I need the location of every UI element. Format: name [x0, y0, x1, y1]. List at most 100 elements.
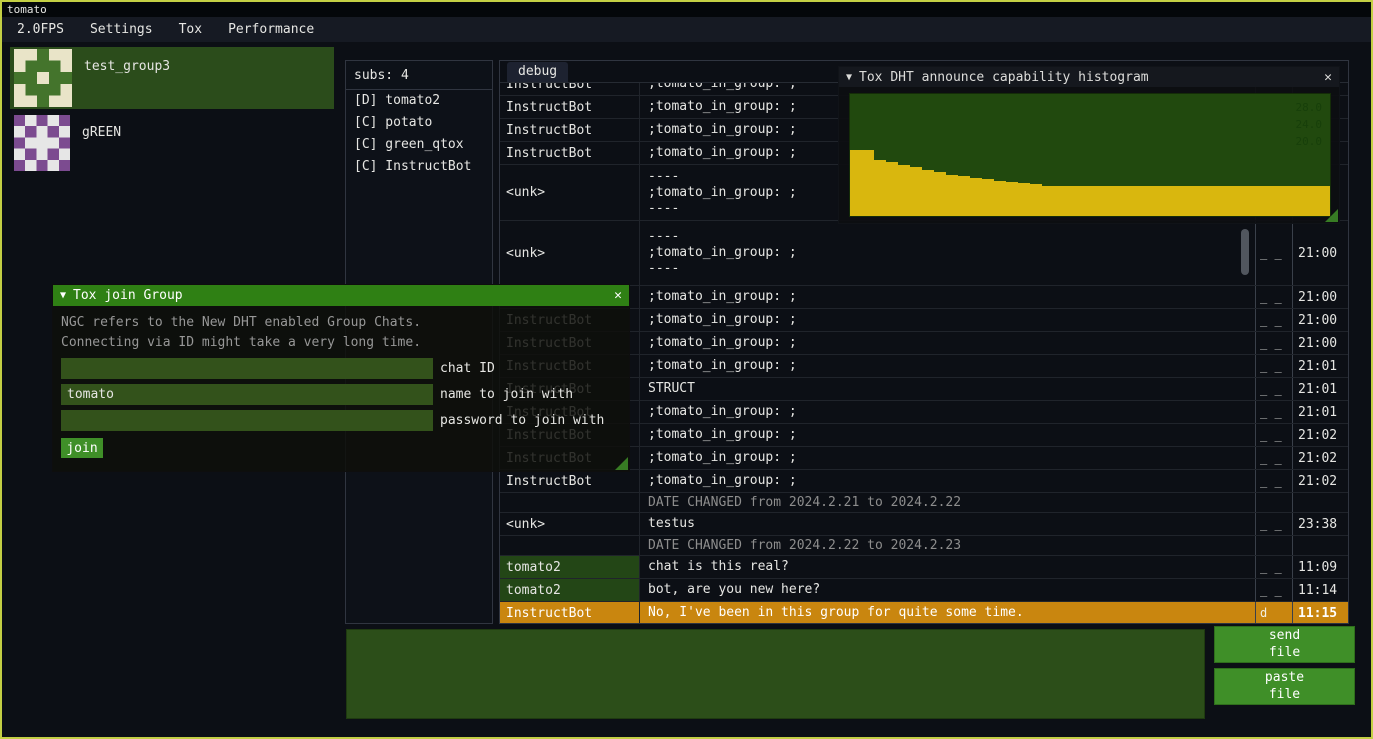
chat-row-time: 21:01	[1292, 401, 1348, 423]
chat-row-message: DATE CHANGED from 2024.2.22 to 2024.2.23	[640, 538, 1255, 554]
chat-row-author: InstructBot	[500, 602, 640, 623]
histogram-bar	[934, 172, 946, 216]
histogram-bar	[1054, 186, 1066, 217]
member-item[interactable]: [C] InstructBot	[346, 156, 492, 178]
chat-row-status	[1255, 536, 1292, 555]
menu-item-tox[interactable]: Tox	[166, 17, 215, 42]
histogram-bar	[1162, 186, 1174, 217]
histogram-bar	[1006, 182, 1018, 216]
contact-item-green[interactable]: gREEN	[10, 113, 334, 175]
message-input[interactable]	[346, 629, 1205, 719]
histogram-bar	[958, 176, 970, 216]
join-group-titlebar[interactable]: ▼ Tox join Group ✕	[53, 285, 629, 306]
menu-item-performance[interactable]: Performance	[215, 17, 327, 42]
chat-row-time: 21:00	[1292, 332, 1348, 354]
chat-row-author: InstructBot	[500, 119, 640, 141]
histogram-bar	[946, 175, 958, 216]
collapse-arrow-icon[interactable]: ▼	[60, 290, 66, 301]
chat-row-author	[500, 536, 640, 555]
join-password-input[interactable]	[61, 410, 433, 431]
chat-row[interactable]: DATE CHANGED from 2024.2.21 to 2024.2.22	[500, 493, 1348, 513]
histogram-bar	[1234, 186, 1246, 217]
histogram-bar	[862, 150, 874, 216]
histogram-bar	[982, 179, 994, 216]
histogram-bar	[1186, 186, 1198, 217]
chat-row-message: testus	[640, 516, 1255, 532]
chat-row-time: 21:01	[1292, 355, 1348, 377]
contact-name: test_group3	[84, 59, 170, 109]
histogram-bars	[850, 94, 1330, 216]
member-item[interactable]: [C] potato	[346, 112, 492, 134]
resize-grip[interactable]	[615, 457, 628, 470]
chat-row-time: 11:14	[1292, 579, 1348, 601]
tab-debug[interactable]: debug	[507, 62, 568, 82]
chat-row-status: _ _	[1255, 579, 1292, 601]
chat-row-message: ---- ;tomato_in_group: ; ----	[640, 229, 1255, 277]
histogram-bar	[1078, 186, 1090, 217]
histogram-bar	[1042, 186, 1054, 217]
chat-row-author	[500, 493, 640, 512]
chat-row-author: InstructBot	[500, 96, 640, 118]
histogram-bar	[970, 178, 982, 216]
histogram-bar	[1030, 184, 1042, 216]
histogram-plot: 28.024.020.0	[849, 93, 1331, 217]
chat-row[interactable]: DATE CHANGED from 2024.2.22 to 2024.2.23	[500, 536, 1348, 556]
chat-row-author: <unk>	[500, 221, 640, 285]
contact-name: gREEN	[82, 125, 121, 175]
window-titlebar[interactable]: tomato	[2, 2, 1371, 17]
chat-row-message: ;tomato_in_group: ;	[640, 450, 1255, 466]
collapse-arrow-icon[interactable]: ▼	[846, 72, 852, 83]
chat-row-message: chat is this real?	[640, 559, 1255, 575]
join-password-label: password to join with	[440, 413, 604, 428]
chat-row-status: _ _	[1255, 513, 1292, 535]
resize-grip[interactable]	[1325, 209, 1338, 222]
paste-file-button[interactable]: paste file	[1214, 668, 1355, 705]
chat-row[interactable]: <unk>---- ;tomato_in_group: ; ----_ _21:…	[500, 221, 1348, 286]
histogram-bar	[1198, 186, 1210, 217]
chat-row[interactable]: InstructBot;tomato_in_group: ;_ _21:02	[500, 470, 1348, 493]
chat-row-status: _ _	[1255, 401, 1292, 423]
chat-row-status: _ _	[1255, 286, 1292, 308]
member-item[interactable]: [C] green_qtox	[346, 134, 492, 156]
hint-text: NGC refers to the New DHT enabled Group …	[53, 313, 629, 333]
plot-tick-label: 28.0	[1296, 100, 1323, 115]
chat-scrollbar[interactable]	[1241, 229, 1249, 275]
histogram-bar	[1174, 186, 1186, 217]
histogram-bar	[850, 150, 862, 216]
chat-row-message: bot, are you new here?	[640, 582, 1255, 598]
chat-row-status: _ _	[1255, 424, 1292, 446]
histogram-bar	[1294, 186, 1306, 217]
chat-row[interactable]: tomato2chat is this real?_ _11:09	[500, 556, 1348, 579]
chat-row[interactable]: InstructBotNo, I've been in this group f…	[500, 602, 1348, 623]
chat-row[interactable]: tomato2bot, are you new here?_ _11:14	[500, 579, 1348, 602]
menu-item-2-0fps[interactable]: 2.0FPS	[4, 17, 77, 42]
histogram-bar	[1210, 186, 1222, 217]
subs-count: subs: 4	[346, 61, 492, 90]
chat-row-message: ;tomato_in_group: ;	[640, 289, 1255, 305]
plot-tick-label: 24.0	[1296, 117, 1323, 132]
menu-item-settings[interactable]: Settings	[77, 17, 166, 42]
chat-row-time: 21:02	[1292, 447, 1348, 469]
histogram-bar	[922, 170, 934, 216]
send-file-button[interactable]: send file	[1214, 626, 1355, 663]
contact-item-test-group3[interactable]: test_group3	[10, 47, 334, 109]
close-icon[interactable]: ✕	[614, 288, 622, 303]
group-avatar-icon	[14, 49, 72, 107]
histogram-bar	[1270, 186, 1282, 217]
chat-row-time: 21:00	[1292, 286, 1348, 308]
chat-id-input[interactable]	[61, 358, 433, 379]
member-list: [D] tomato2[C] potato[C] green_qtox[C] I…	[346, 90, 492, 178]
join-button[interactable]: join	[61, 438, 103, 458]
chat-row[interactable]: <unk>testus_ _23:38	[500, 513, 1348, 536]
chat-row-time: 21:02	[1292, 424, 1348, 446]
member-item[interactable]: [D] tomato2	[346, 90, 492, 112]
chat-row-time: 21:00	[1292, 221, 1348, 285]
join-name-input[interactable]	[61, 384, 433, 405]
histogram-titlebar[interactable]: ▼ Tox DHT announce capability histogram …	[839, 67, 1339, 87]
histogram-bar	[1126, 186, 1138, 217]
chat-row-author: tomato2	[500, 579, 640, 601]
chat-row-status: _ _	[1255, 332, 1292, 354]
close-icon[interactable]: ✕	[1324, 70, 1332, 85]
chat-row-message: ;tomato_in_group: ;	[640, 404, 1255, 420]
join-group-window-title: Tox join Group	[73, 288, 183, 303]
